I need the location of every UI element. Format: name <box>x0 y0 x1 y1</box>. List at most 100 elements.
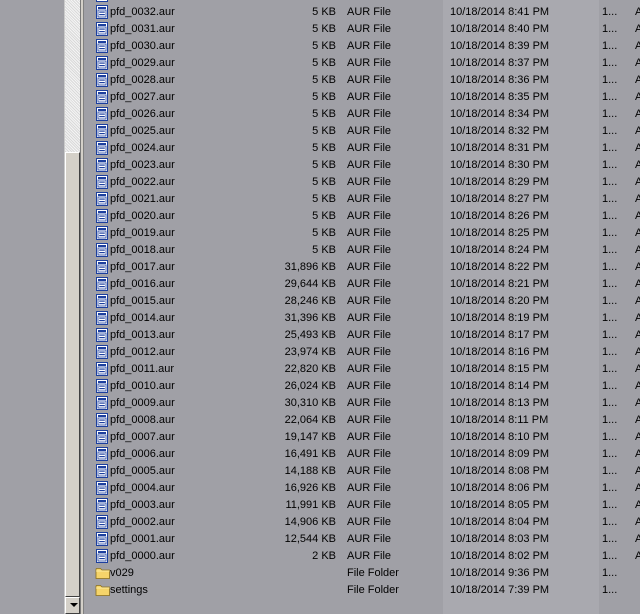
file-size: 5 KB <box>312 210 336 222</box>
file-size: 16,491 KB <box>284 448 336 460</box>
file-row[interactable]: pfd_0012.aur 23,974 KB AUR File 10/18/20… <box>84 344 640 361</box>
file-name[interactable]: pfd_0009.aur <box>110 395 260 412</box>
file-row[interactable]: pfd_0017.aur 31,896 KB AUR File 10/18/20… <box>84 259 640 276</box>
file-name[interactable]: pfd_0005.aur <box>110 463 260 480</box>
file-size: 23,974 KB <box>284 346 336 358</box>
file-row[interactable]: pfd_0030.aur 5 KB AUR File 10/18/2014 8:… <box>84 38 640 55</box>
file-name[interactable]: pfd_0030.aur <box>110 38 260 55</box>
file-rows: pfd_0032.aur 5 KB AUR File 10/18/2014 8:… <box>84 4 640 599</box>
file-row[interactable]: pfd_0014.aur 31,396 KB AUR File 10/18/20… <box>84 310 640 327</box>
file-date-modified: 10/18/2014 8:15 PM <box>450 363 550 375</box>
file-row[interactable]: pfd_0021.aur 5 KB AUR File 10/18/2014 8:… <box>84 191 640 208</box>
file-row[interactable]: pfd_0029.aur 5 KB AUR File 10/18/2014 8:… <box>84 55 640 72</box>
scroll-down-arrow-icon[interactable] <box>65 597 80 614</box>
file-row[interactable]: pfd_0024.aur 5 KB AUR File 10/18/2014 8:… <box>84 140 640 157</box>
file-row[interactable]: pfd_0025.aur 5 KB AUR File 10/18/2014 8:… <box>84 123 640 140</box>
file-date-modified: 10/18/2014 8:16 PM <box>450 346 550 358</box>
file-name[interactable]: pfd_0011.aur <box>110 361 260 378</box>
file-row[interactable]: pfd_0003.aur 11,991 KB AUR File 10/18/20… <box>84 497 640 514</box>
file-name[interactable]: pfd_0027.aur <box>110 89 260 106</box>
file-name[interactable]: pfd_0015.aur <box>110 293 260 310</box>
file-type: AUR File <box>347 176 392 188</box>
file-date-modified: 10/18/2014 8:31 PM <box>450 142 550 154</box>
file-name[interactable]: pfd_0024.aur <box>110 140 260 157</box>
file-name[interactable]: pfd_0021.aur <box>110 191 260 208</box>
file-name[interactable]: pfd_0010.aur <box>110 378 260 395</box>
file-row[interactable]: pfd_0009.aur 30,310 KB AUR File 10/18/20… <box>84 395 640 412</box>
file-column-6: A <box>635 499 640 511</box>
file-row[interactable]: pfd_0015.aur 28,246 KB AUR File 10/18/20… <box>84 293 640 310</box>
file-row[interactable]: pfd_0000.aur 2 KB AUR File 10/18/2014 8:… <box>84 548 640 565</box>
file-column-6: A <box>635 516 640 528</box>
file-name[interactable]: pfd_0016.aur <box>110 276 260 293</box>
file-row[interactable]: pfd_0020.aur 5 KB AUR File 10/18/2014 8:… <box>84 208 640 225</box>
file-row[interactable]: pfd_0005.aur 14,188 KB AUR File 10/18/20… <box>84 463 640 480</box>
file-name[interactable]: pfd_0003.aur <box>110 497 260 514</box>
file-name[interactable]: settings <box>110 582 260 599</box>
file-name[interactable]: pfd_0007.aur <box>110 429 260 446</box>
file-name[interactable]: pfd_0022.aur <box>110 174 260 191</box>
file-name[interactable]: v029 <box>110 565 260 582</box>
file-row[interactable]: pfd_0016.aur 29,644 KB AUR File 10/18/20… <box>84 276 640 293</box>
file-name[interactable]: pfd_0023.aur <box>110 157 260 174</box>
file-name[interactable]: pfd_0019.aur <box>110 225 260 242</box>
file-row[interactable]: pfd_0018.aur 5 KB AUR File 10/18/2014 8:… <box>84 242 640 259</box>
file-name[interactable]: pfd_0013.aur <box>110 327 260 344</box>
file-row[interactable]: pfd_0013.aur 25,493 KB AUR File 10/18/20… <box>84 327 640 344</box>
file-name[interactable]: pfd_0001.aur <box>110 531 260 548</box>
file-row[interactable]: pfd_0027.aur 5 KB AUR File 10/18/2014 8:… <box>84 89 640 106</box>
file-row[interactable]: pfd_0026.aur 5 KB AUR File 10/18/2014 8:… <box>84 106 640 123</box>
tree-vertical-scrollbar[interactable] <box>64 0 81 614</box>
file-name[interactable]: pfd_0026.aur <box>110 106 260 123</box>
file-row[interactable]: pfd_0002.aur 14,906 KB AUR File 10/18/20… <box>84 514 640 531</box>
file-name[interactable]: pfd_0025.aur <box>110 123 260 140</box>
file-name[interactable]: pfd_0031.aur <box>110 21 260 38</box>
file-name[interactable]: pfd_0014.aur <box>110 310 260 327</box>
file-name[interactable]: pfd_0002.aur <box>110 514 260 531</box>
file-name[interactable]: pfd_0028.aur <box>110 72 260 89</box>
document-file-icon <box>95 243 109 257</box>
file-name[interactable]: pfd_0006.aur <box>110 446 260 463</box>
file-row[interactable]: pfd_0028.aur 5 KB AUR File 10/18/2014 8:… <box>84 72 640 89</box>
file-date-modified: 10/18/2014 8:25 PM <box>450 227 550 239</box>
file-column-6: A <box>635 380 640 392</box>
file-row[interactable]: pfd_0011.aur 22,820 KB AUR File 10/18/20… <box>84 361 640 378</box>
file-column-6: A <box>635 176 640 188</box>
folder-icon <box>95 583 110 597</box>
file-row[interactable]: pfd_0004.aur 16,926 KB AUR File 10/18/20… <box>84 480 640 497</box>
scrollbar-thumb[interactable] <box>65 152 80 597</box>
file-row[interactable]: pfd_0032.aur 5 KB AUR File 10/18/2014 8:… <box>84 4 640 21</box>
document-file-icon <box>95 277 109 291</box>
file-name[interactable]: pfd_0008.aur <box>110 412 260 429</box>
file-row[interactable]: pfd_0008.aur 22,064 KB AUR File 10/18/20… <box>84 412 640 429</box>
file-row[interactable]: pfd_0031.aur 5 KB AUR File 10/18/2014 8:… <box>84 21 640 38</box>
file-row[interactable]: pfd_0023.aur 5 KB AUR File 10/18/2014 8:… <box>84 157 640 174</box>
file-name[interactable]: pfd_0020.aur <box>110 208 260 225</box>
file-name[interactable]: pfd_0012.aur <box>110 344 260 361</box>
file-row[interactable]: pfd_0001.aur 12,544 KB AUR File 10/18/20… <box>84 531 640 548</box>
file-row[interactable]: pfd_0007.aur 19,147 KB AUR File 10/18/20… <box>84 429 640 446</box>
document-file-icon <box>95 124 109 138</box>
file-name[interactable]: pfd_0017.aur <box>110 259 260 276</box>
folder-tree-pane[interactable] <box>0 0 64 614</box>
document-file-icon <box>95 328 109 342</box>
file-name[interactable]: pfd_0018.aur <box>110 242 260 259</box>
file-type: AUR File <box>347 431 392 443</box>
document-file-icon <box>95 396 109 410</box>
file-row[interactable]: pfd_0022.aur 5 KB AUR File 10/18/2014 8:… <box>84 174 640 191</box>
file-type: AUR File <box>347 74 392 86</box>
file-size: 22,064 KB <box>284 414 336 426</box>
file-row[interactable]: pfd_0019.aur 5 KB AUR File 10/18/2014 8:… <box>84 225 640 242</box>
file-list-view[interactable]: pfd_0032.aur 5 KB AUR File 10/18/2014 8:… <box>84 0 640 614</box>
file-name[interactable]: pfd_0004.aur <box>110 480 260 497</box>
file-column-5: 1... <box>602 176 618 188</box>
folder-row[interactable]: settings File Folder 10/18/2014 7:39 PM … <box>84 582 640 599</box>
file-row[interactable]: pfd_0006.aur 16,491 KB AUR File 10/18/20… <box>84 446 640 463</box>
file-name[interactable]: pfd_0000.aur <box>110 548 260 565</box>
file-name[interactable]: pfd_0032.aur <box>110 4 260 21</box>
document-file-icon <box>95 90 109 104</box>
file-row[interactable]: pfd_0010.aur 26,024 KB AUR File 10/18/20… <box>84 378 640 395</box>
file-column-5: 1... <box>602 278 618 290</box>
folder-row[interactable]: v029 File Folder 10/18/2014 9:36 PM 1... <box>84 565 640 582</box>
file-name[interactable]: pfd_0029.aur <box>110 55 260 72</box>
